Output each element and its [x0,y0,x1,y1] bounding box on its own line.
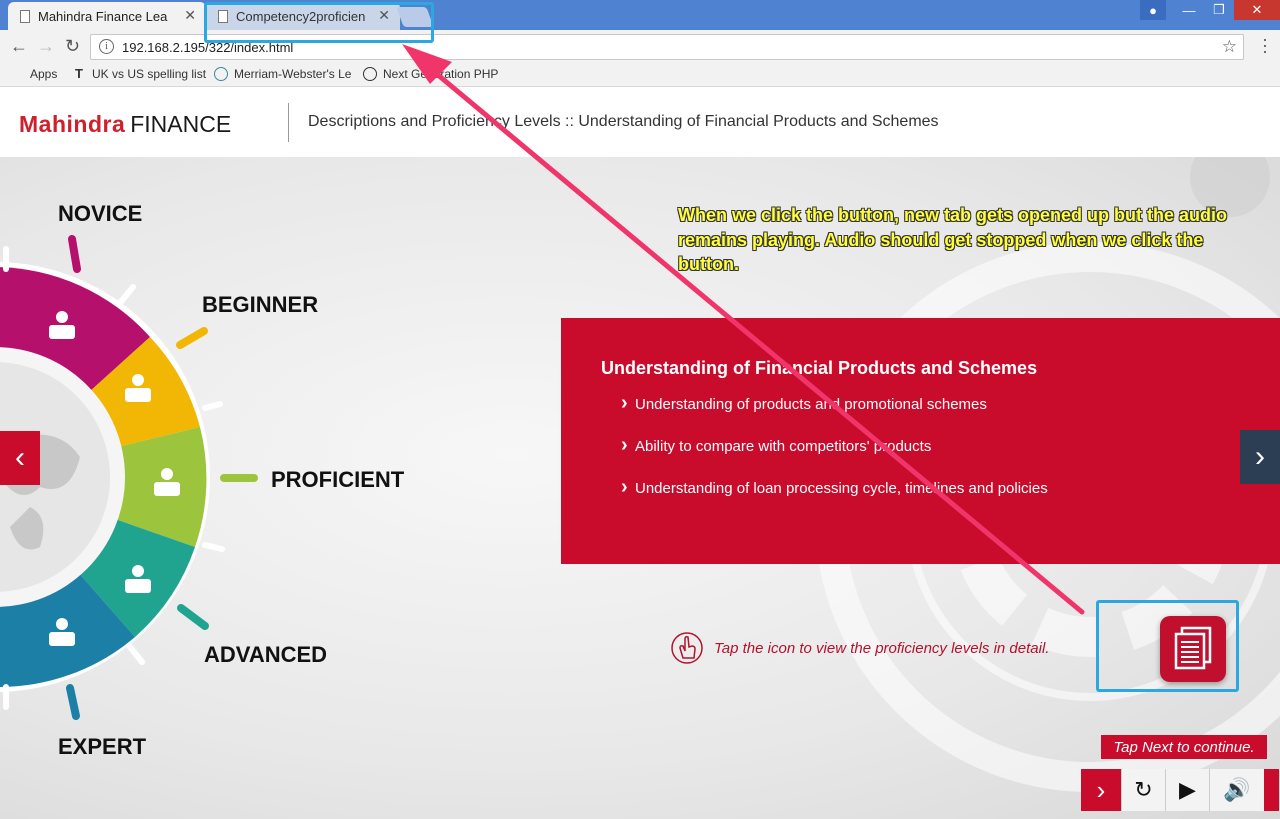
bookmark-label: Merriam-Webster's Le [234,67,352,81]
tab-highlight-box [204,2,434,43]
bookmark-star-icon[interactable]: ☆ [1222,37,1237,57]
restore-button[interactable]: ❐ [1204,0,1234,20]
close-icon[interactable]: ✕ [184,7,196,24]
logo-suffix: FINANCE [130,111,232,137]
bookmark-label: UK vs US spelling list [92,67,207,81]
list-item: Understanding of loan processing cycle, … [621,476,1048,522]
tap-next-label: Tap Next to continue. [1101,735,1267,759]
level-advanced: ADVANCED [204,642,328,667]
chevron-right-icon: › [1255,440,1265,473]
panel-list: Understanding of products and promotiona… [621,392,1048,522]
panel-title: Understanding of Financial Products and … [601,358,1038,378]
page-title: Descriptions and Proficiency Levels :: U… [308,113,939,130]
apps-icon [10,67,24,81]
browser-toolbar: ← → ↻ i 192.168.2.195/322/index.html ☆ ·… [0,30,1280,63]
info-icon[interactable]: i [99,39,114,54]
tap-hint: Tap the icon to view the proficiency lev… [670,630,1049,666]
level-beginner: BEGINNER [202,292,319,317]
logo-brand: Mahindra [19,111,126,137]
hand-tap-icon [671,632,703,664]
window-close-button[interactable]: ✕ [1234,0,1280,20]
description-panel: Understanding of Financial Products and … [561,318,1280,564]
replay-button[interactable]: ↻ [1121,769,1165,811]
list-item: Understanding of products and promotiona… [621,392,1048,438]
level-expert: EXPERT [58,734,147,759]
bookmark-apps[interactable]: Apps [10,67,57,81]
tap-hint-text: Tap the icon to view the proficiency lev… [714,639,1050,657]
play-button[interactable]: ▶ [1165,769,1209,811]
list-item: Ability to compare with competitors' pro… [621,434,1048,480]
player-controls: › ↻ ▶ 🔊 [1081,769,1279,811]
reload-icon[interactable]: ↻ [65,36,80,57]
bookmark-label: Next Generation PHP [383,67,499,81]
bookmark-label: Apps [30,67,58,81]
bookmarks-bar: Apps T UK vs US spelling list Merriam-We… [0,63,1280,87]
php-icon [363,67,377,81]
browser-titlebar: Mahindra Finance Learnin ✕ Competency2pr… [0,0,1280,30]
audio-button[interactable]: 🔊 [1209,769,1264,811]
chevron-right-icon: › [1096,774,1106,805]
annotation-note: When we click the button, new tab gets o… [678,205,1228,274]
minimize-button[interactable]: — [1174,0,1204,20]
level-proficient: PROFICIENT [271,467,405,492]
replay-icon: ↻ [1134,777,1153,802]
bookmark-spelling[interactable]: T UK vs US spelling list [72,66,207,82]
play-icon: ▶ [1179,777,1196,802]
tab-title: Mahindra Finance Learnin [38,8,168,24]
t-icon: T [75,66,83,81]
chevron-left-icon: ‹ [15,441,25,474]
user-icon[interactable]: ● [1140,0,1166,20]
window-controls: ● — ❐ ✕ [1140,0,1280,20]
page-icon [20,9,30,23]
course-stage: NOVICE BEGINNER PROFICIENT ADVANCED EXPE… [0,157,1280,819]
tab-mahindra-finance[interactable]: Mahindra Finance Learnin ✕ [8,2,206,30]
previous-button[interactable]: ‹ [0,431,40,485]
next-slide-button[interactable]: › [1240,430,1280,484]
globe-icon [214,67,228,81]
next-button[interactable]: › [1081,769,1121,811]
back-arrow-icon[interactable]: ← [10,36,28,57]
bookmark-merriam[interactable]: Merriam-Webster's Le [214,67,351,81]
course-header: Mahindra FINANCE Descriptions and Profici… [0,87,1280,157]
bookmark-php[interactable]: Next Generation PHP [363,67,498,81]
menu-icon[interactable]: · · · [1262,30,1268,60]
mahindra-finance-logo: Mahindra FINANCE [19,111,231,138]
controls-end-cap [1264,769,1279,811]
button-highlight-box [1096,600,1239,692]
level-novice: NOVICE [58,201,143,226]
speaker-icon: 🔊 [1223,777,1251,802]
header-divider [288,103,289,142]
forward-arrow-icon[interactable]: → [37,36,55,57]
